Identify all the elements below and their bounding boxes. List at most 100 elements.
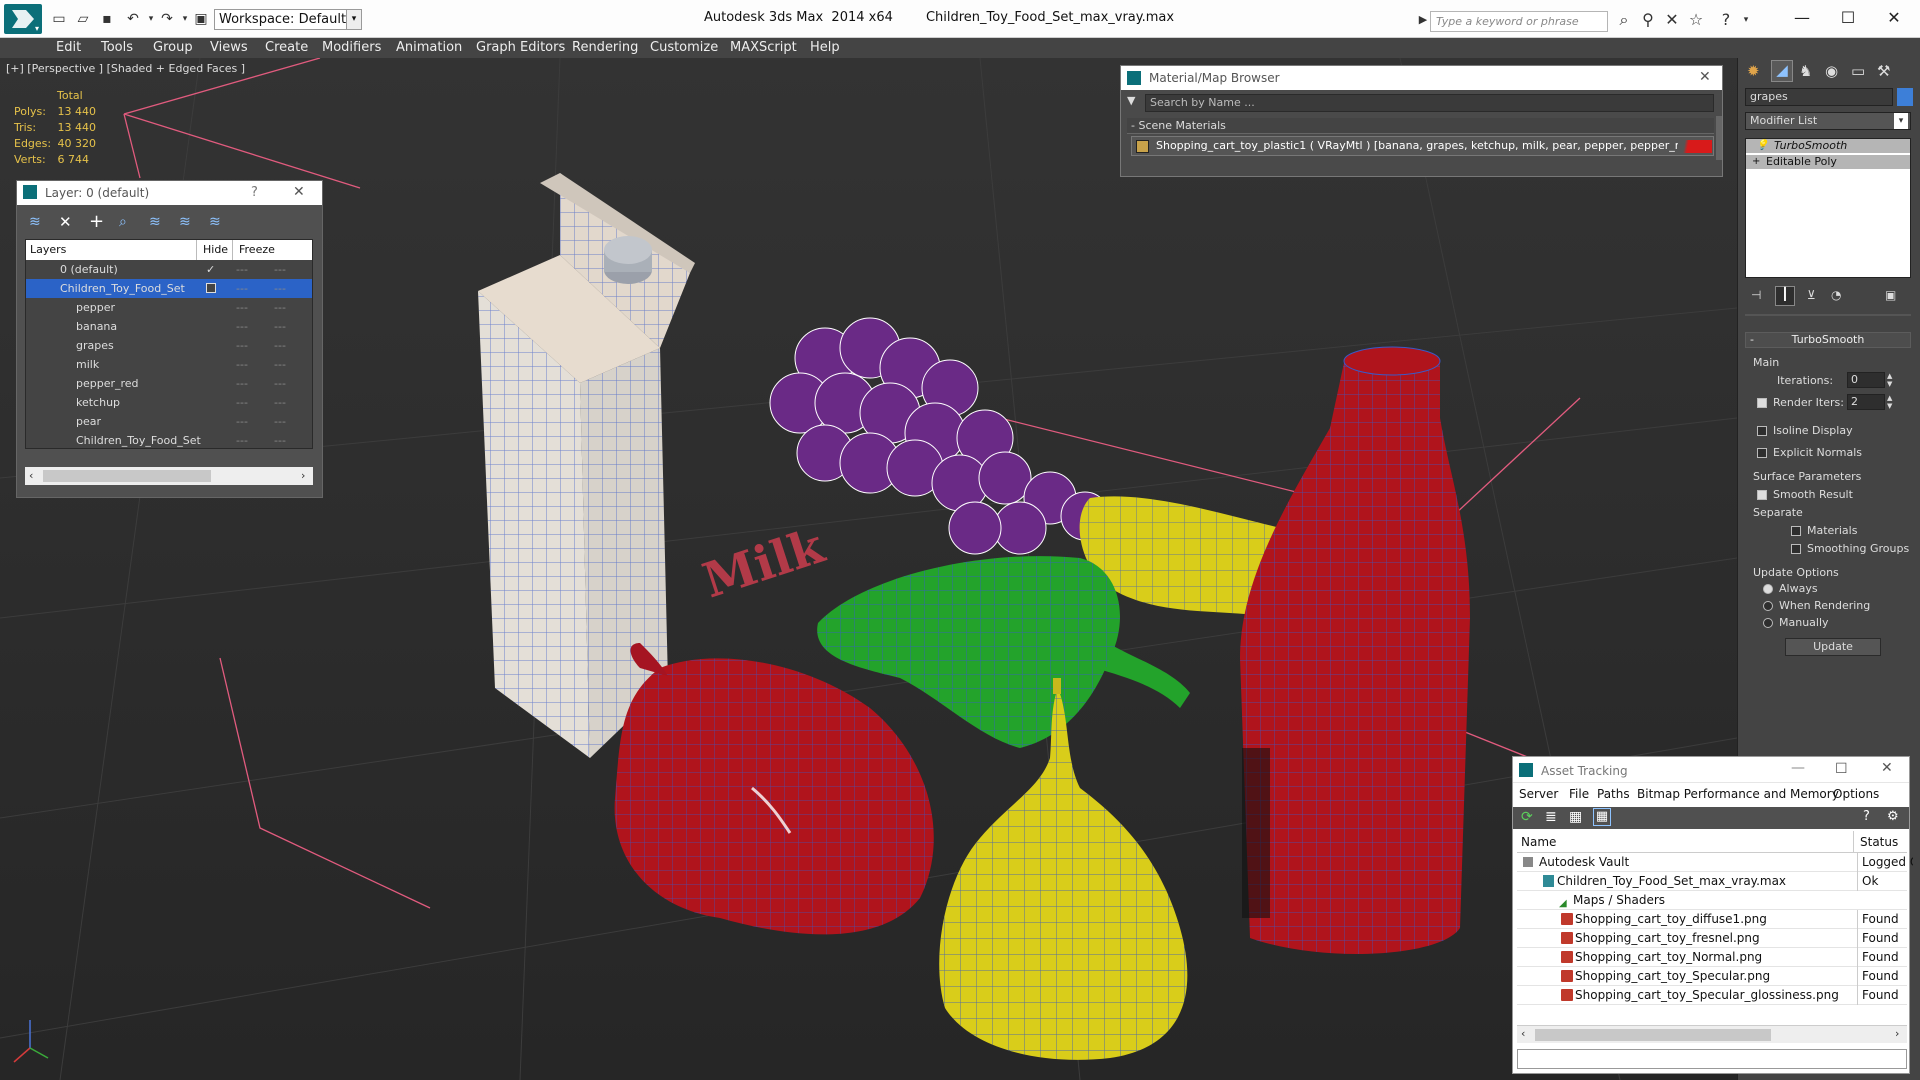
scene-materials-section[interactable]: - Scene Materials [1127,118,1714,134]
asset-status-field[interactable] [1517,1049,1907,1069]
manually-radio[interactable] [1763,618,1773,628]
isoline-checkbox[interactable] [1757,426,1767,436]
freeze-toggle[interactable]: --- [274,336,286,355]
material-entry[interactable]: Shopping_cart_toy_plastic1 ( VRayMtl ) [… [1131,136,1714,156]
table-view-icon[interactable]: ▦ [1569,809,1582,825]
col-hide[interactable]: Hide [196,240,228,260]
freeze-toggle[interactable]: --- [274,298,286,317]
hide-toggle[interactable]: --- [236,298,248,317]
lightbulb-icon[interactable]: 💡 [1756,139,1768,153]
col-status[interactable]: Status [1853,831,1898,853]
layer-object-row[interactable]: Children_Toy_Food_Set --- --- [26,431,312,450]
asset-row-texture[interactable]: Shopping_cart_toy_Specular_glossiness.pn… [1517,986,1907,1005]
explicit-normals-checkbox[interactable] [1757,448,1767,458]
vertical-scrollbar[interactable] [1716,116,1722,160]
create-layer-icon[interactable]: ≋ [29,214,41,230]
keyword-search-input[interactable]: Type a keyword or phrase [1430,11,1608,32]
select-in-layer-icon[interactable]: ⌕ [119,214,127,230]
asset-row-vault[interactable]: Autodesk VaultLogged O [1517,853,1913,872]
hide-toggle[interactable]: --- [236,317,248,336]
communication-center-icon[interactable]: ⚲ [1638,10,1658,30]
maximize-button[interactable]: ☐ [1834,6,1862,30]
freeze-all-layers-icon[interactable]: ≋ [209,214,221,230]
grid-view-icon[interactable]: ▦ [1593,808,1611,826]
menu-graph-editors[interactable]: Graph Editors [476,38,565,58]
minimize-button[interactable]: — [1788,6,1816,30]
favorites-star-icon[interactable]: ☆ [1686,10,1706,30]
freeze-toggle[interactable]: --- [274,279,286,298]
scroll-left-icon[interactable]: ‹ [1521,1027,1525,1040]
menu-create[interactable]: Create [265,38,308,58]
when-rendering-row[interactable]: When Rendering [1763,599,1870,612]
hide-toggle[interactable]: --- [236,393,248,412]
update-button[interactable]: Update [1785,638,1881,656]
freeze-toggle[interactable]: --- [274,393,286,412]
asset-row-texture[interactable]: Shopping_cart_toy_fresnel.png Found [1517,929,1907,948]
isoline-display-row[interactable]: Isoline Display [1757,424,1853,437]
render-iters-row[interactable]: Render Iters: [1757,396,1844,409]
remove-modifier-icon[interactable]: ◔ [1831,288,1841,302]
viewport-label[interactable]: [+] [Perspective ] [Shaded + Edged Faces… [6,62,245,75]
configure-modifier-sets-icon[interactable]: ▣ [1885,288,1896,302]
refresh-icon[interactable]: ⟳ [1521,809,1533,825]
workspace-menu-button[interactable]: ▾ [346,9,362,30]
layer-object-row[interactable]: pepper_red --- --- [26,374,312,393]
layer-object-row[interactable]: pear --- --- [26,412,312,431]
layer-row[interactable]: 0 (default) ✓ --- --- [26,260,312,279]
smooth-result-row[interactable]: Smooth Result [1757,488,1853,501]
menu-options[interactable]: Options [1833,783,1879,805]
horizontal-scrollbar[interactable]: ‹ › [25,467,313,485]
new-file-icon[interactable]: ▭ [50,10,68,28]
pin-stack-icon[interactable]: ⊣ [1751,288,1761,302]
close-icon[interactable]: ✕ [1699,69,1711,85]
list-view-icon[interactable]: ≣ [1545,809,1557,825]
render-iters-spinner[interactable]: ▲ ▼ [1887,394,1897,410]
layer-object-row[interactable]: grapes --- --- [26,336,312,355]
app-logo-icon[interactable]: ▾ [4,4,42,34]
menu-file[interactable]: File [1569,783,1589,805]
subscription-icon[interactable]: ✕ [1662,10,1682,30]
freeze-toggle[interactable]: --- [274,317,286,336]
make-unique-icon[interactable]: ⊻ [1807,288,1816,302]
hide-toggle[interactable]: --- [236,431,248,450]
stack-item-turbosmooth[interactable]: 💡 TurboSmooth [1746,139,1910,153]
menu-server[interactable]: Server [1519,783,1558,805]
asset-row-scene-file[interactable]: Children_Toy_Food_Set_max_vray.max Ok [1517,872,1907,891]
add-to-layer-icon[interactable]: + [89,211,104,232]
object-name-input[interactable]: grapes [1745,88,1893,106]
settings-icon[interactable]: ⚙ [1887,809,1899,824]
freeze-toggle[interactable]: --- [274,374,286,393]
always-radio[interactable] [1763,584,1773,594]
scroll-left-icon[interactable]: ‹ [29,469,33,482]
scroll-thumb[interactable] [1535,1029,1771,1041]
menu-tools[interactable]: Tools [101,38,133,58]
freeze-toggle[interactable]: --- [274,355,286,374]
smoothing-groups-checkbox[interactable] [1791,544,1801,554]
col-layers[interactable]: Layers [30,240,66,260]
undo-icon[interactable]: ↶ [124,10,142,28]
object-color-swatch[interactable] [1897,88,1913,106]
close-icon[interactable]: ✕ [1881,760,1893,776]
expand-plus-icon[interactable]: + [1752,155,1760,169]
highlight-layer-icon[interactable]: ≋ [149,214,161,230]
layer-object-row[interactable]: pepper --- --- [26,298,312,317]
menu-help[interactable]: Help [810,38,840,58]
asset-row-texture[interactable]: Shopping_cart_toy_Specular.png Found [1517,967,1907,986]
redo-icon[interactable]: ↷ [158,10,176,28]
close-icon[interactable]: ✕ [293,184,305,200]
binoculars-icon[interactable]: ⌕ [1614,10,1634,30]
modifier-list-select[interactable]: Modifier List ▾ [1745,112,1911,130]
create-tab-icon[interactable]: ✹ [1747,62,1760,80]
smoothing-groups-row[interactable]: Smoothing Groups [1791,542,1909,555]
col-name[interactable]: Name [1521,831,1556,853]
turbosmooth-rollout-header[interactable]: - TurboSmooth [1745,332,1911,348]
hide-toggle[interactable]: --- [236,279,248,298]
help-icon[interactable]: ? [1863,809,1870,824]
menu-paths[interactable]: Paths [1597,783,1630,805]
close-button[interactable]: ✕ [1880,6,1908,30]
render-iters-input[interactable]: 2 [1847,394,1885,410]
menu-animation[interactable]: Animation [396,38,462,58]
scroll-thumb[interactable] [43,470,211,482]
iterations-spinner[interactable]: ▲ ▼ [1887,372,1897,388]
materials-checkbox[interactable] [1791,526,1801,536]
